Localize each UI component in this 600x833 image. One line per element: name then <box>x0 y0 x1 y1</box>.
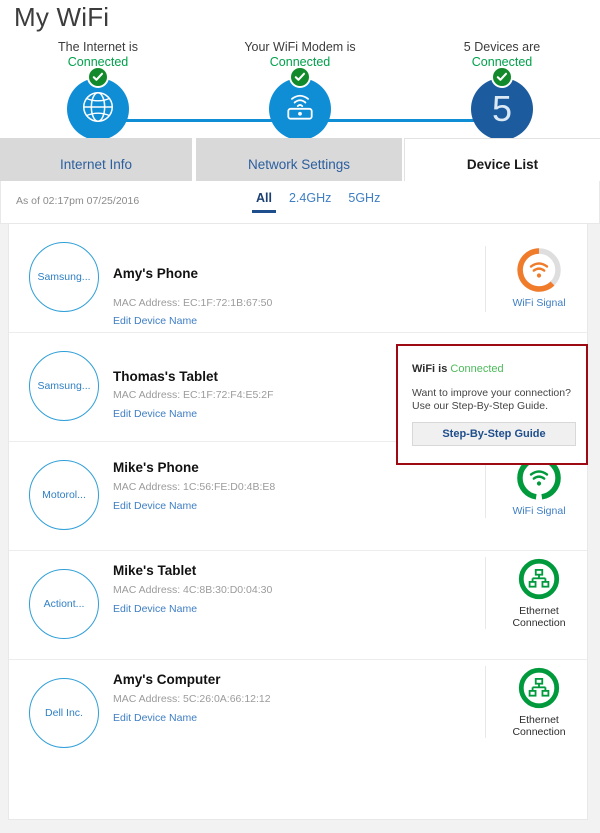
devices-status-circle[interactable]: 5 <box>471 66 533 140</box>
as-of-timestamp: As of 02:17pm 07/25/2016 <box>16 195 140 207</box>
device-name: Mike's Tablet <box>113 563 197 578</box>
callout-title-state: Connected <box>450 363 504 375</box>
row-divider <box>485 666 486 738</box>
my-wifi-page: My WiFi The Internet is Connected Your W… <box>0 0 600 833</box>
avatar-vendor-label: Motorol... <box>42 489 86 501</box>
freq-tab-all[interactable]: All <box>252 191 276 213</box>
freq-tab-5ghz[interactable]: 5GHz <box>348 191 380 213</box>
device-name: Amy's Computer <box>113 672 221 687</box>
device-count-text: 5 <box>463 40 471 54</box>
device-name: Mike's Phone <box>113 460 199 475</box>
tab-network-settings[interactable]: Network Settings <box>196 138 404 181</box>
table-row[interactable]: Samsung... Amy's Phone MAC Address: EC:1… <box>9 224 587 333</box>
status-node-modem: Your WiFi Modem is Connected <box>220 40 380 140</box>
row-divider <box>485 557 486 629</box>
connection-label-line2: Connection <box>512 726 566 738</box>
row-divider <box>485 456 486 518</box>
step-by-step-guide-label: Step-By-Step Guide <box>442 428 546 440</box>
filter-bar: As of 02:17pm 07/25/2016 All 2.4GHz 5GHz <box>0 181 600 224</box>
avatar-vendor-label: Dell Inc. <box>45 707 83 719</box>
device-name: Amy's Phone <box>113 266 198 281</box>
freq-tab-24ghz-label: 2.4GHz <box>288 191 332 205</box>
wifi-status-callout: WiFi is Connected Want to improve your c… <box>396 344 588 465</box>
device-list-area: Samsung... Amy's Phone MAC Address: EC:1… <box>0 224 600 833</box>
modem-status-circle[interactable] <box>269 66 331 140</box>
check-badge-icon <box>491 66 513 88</box>
tab-device-list-label: Device List <box>466 157 539 172</box>
table-row[interactable]: Dell Inc. Amy's Computer MAC Address: 5C… <box>9 660 587 769</box>
edit-device-name-link[interactable]: Edit Device Name <box>113 500 197 512</box>
main-tabs: Internet Info Network Settings Device Li… <box>0 138 600 181</box>
check-badge-icon <box>87 66 109 88</box>
callout-body-text: Want to improve your connection? Use our… <box>412 387 571 412</box>
freq-tab-24ghz[interactable]: 2.4GHz <box>289 191 331 213</box>
status-node-devices: 5 Devices are Connected 5 <box>422 40 582 140</box>
tab-network-settings-label: Network Settings <box>247 157 351 172</box>
avatar-vendor-label: Actiont... <box>43 598 85 610</box>
frequency-filter-tabs: All 2.4GHz 5GHz <box>252 191 380 213</box>
connection-label-line2: Connection <box>512 617 566 629</box>
check-badge-icon <box>289 66 311 88</box>
device-mac: MAC Address: EC:1F:72:F4:E5:2F <box>113 389 274 401</box>
avatar: Samsung... <box>29 242 99 312</box>
edit-device-name-link[interactable]: Edit Device Name <box>113 603 197 615</box>
status-node-internet: The Internet is Connected <box>18 40 178 140</box>
avatar-vendor-label: Samsung... <box>37 380 91 392</box>
status-line1-devices: Devices are <box>474 40 541 54</box>
device-mac: MAC Address: 4C:8B:30:D0:04:30 <box>113 584 273 596</box>
avatar-vendor-label: Samsung... <box>37 271 91 283</box>
ethernet-icon <box>499 556 579 602</box>
edit-device-name-link[interactable]: Edit Device Name <box>113 712 197 724</box>
internet-status-circle[interactable] <box>67 66 129 140</box>
wifi-signal-partial-icon <box>499 246 579 294</box>
step-by-step-guide-button[interactable]: Step-By-Step Guide <box>412 422 576 446</box>
connection-status-wifi[interactable]: WiFi Signal <box>499 246 579 309</box>
status-line1-internet: The Internet is <box>58 40 138 54</box>
freq-tab-5ghz-label: 5GHz <box>348 191 381 205</box>
callout-title-prefix: WiFi is <box>412 363 448 375</box>
connection-status-ethernet[interactable]: Ethernet Connection <box>499 665 579 738</box>
avatar: Dell Inc. <box>29 678 99 748</box>
edit-device-name-link[interactable]: Edit Device Name <box>113 315 197 327</box>
device-count-value: 5 <box>491 88 513 129</box>
status-strip: The Internet is Connected Your WiFi Mode… <box>0 40 600 145</box>
modem-icon <box>280 89 320 130</box>
tab-internet-info[interactable]: Internet Info <box>0 138 194 181</box>
connection-label: WiFi Signal <box>512 505 566 517</box>
avatar: Actiont... <box>29 569 99 639</box>
device-mac: MAC Address: 5C:26:0A:66:12:12 <box>113 693 271 705</box>
globe-icon <box>79 88 117 131</box>
callout-title: WiFi is Connected <box>412 363 504 375</box>
freq-tab-all-label: All <box>256 191 272 205</box>
connection-label-line1: Ethernet <box>519 605 559 617</box>
avatar: Motorol... <box>29 460 99 530</box>
row-divider <box>485 246 486 312</box>
tab-internet-info-label: Internet Info <box>59 157 133 172</box>
edit-device-name-link[interactable]: Edit Device Name <box>113 408 197 420</box>
table-row[interactable]: Actiont... Mike's Tablet MAC Address: 4C… <box>9 551 587 660</box>
status-line1-modem: Your WiFi Modem is <box>244 40 356 54</box>
device-name: Thomas's Tablet <box>113 369 218 384</box>
device-mac: MAC Address: 1C:56:FE:D0:4B:E8 <box>113 481 276 493</box>
tab-device-list[interactable]: Device List <box>404 138 600 181</box>
device-list: Samsung... Amy's Phone MAC Address: EC:1… <box>8 224 588 820</box>
connection-status-ethernet[interactable]: Ethernet Connection <box>499 556 579 629</box>
ethernet-icon <box>499 665 579 711</box>
connection-label-line1: Ethernet <box>519 714 559 726</box>
page-title: My WiFi <box>14 2 110 32</box>
device-mac: MAC Address: EC:1F:72:1B:67:50 <box>113 297 273 309</box>
avatar: Samsung... <box>29 351 99 421</box>
connection-label: WiFi Signal <box>512 297 566 309</box>
